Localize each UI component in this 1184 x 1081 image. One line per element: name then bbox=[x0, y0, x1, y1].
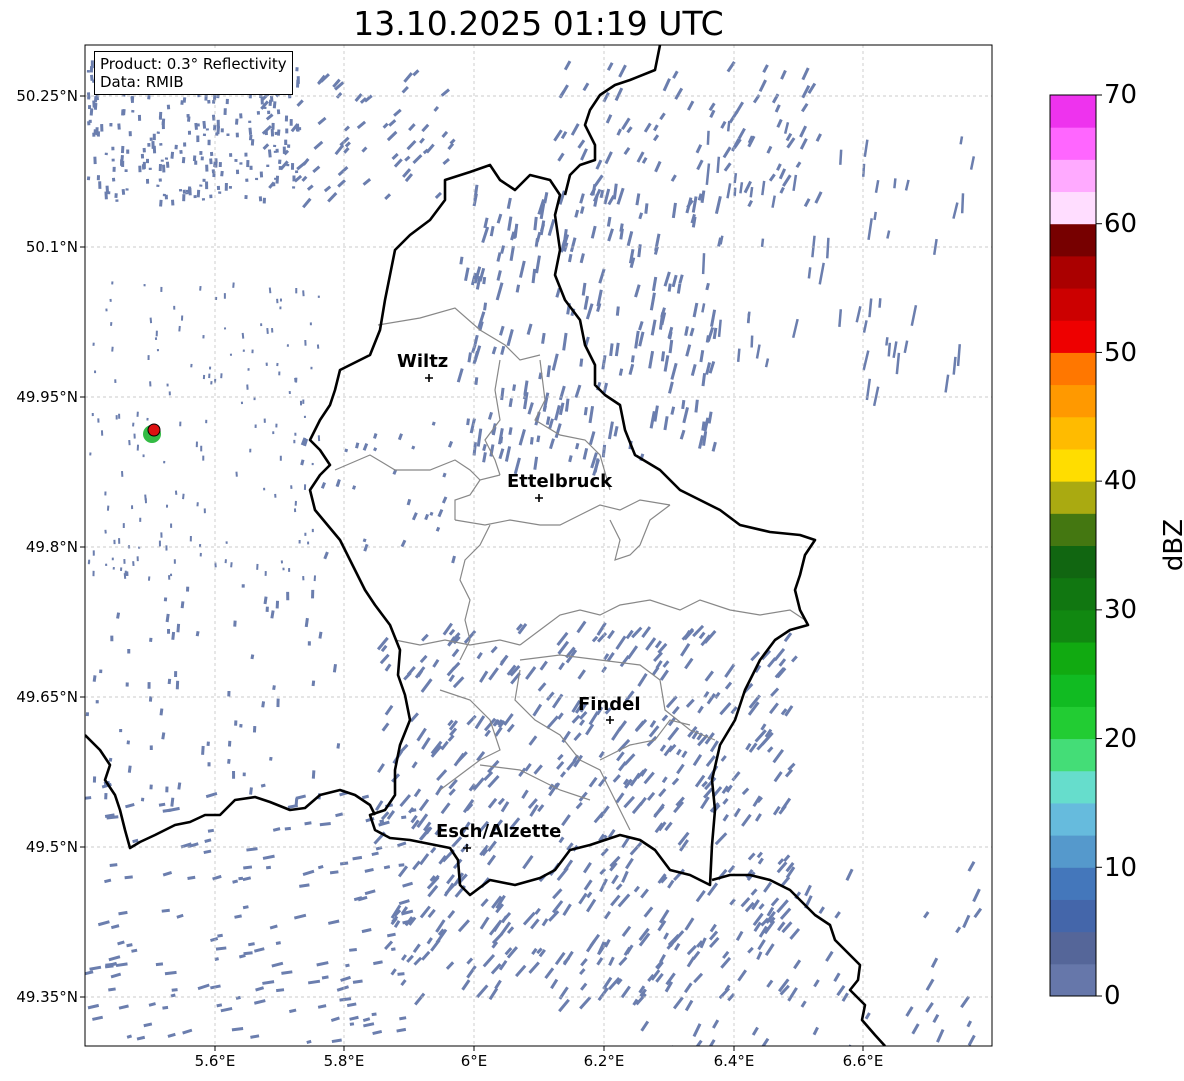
colorbar-tick-label: 20 bbox=[1104, 724, 1138, 754]
colorbar-segment bbox=[1050, 95, 1096, 128]
colorbar-segment bbox=[1050, 770, 1096, 804]
colorbar-tick-label: 30 bbox=[1104, 595, 1138, 625]
lon-tick-label: 6.4°E bbox=[713, 1052, 755, 1070]
colorbar-segment bbox=[1050, 223, 1096, 257]
colorbar-segment bbox=[1050, 513, 1096, 546]
colorbar-tick-label: 70 bbox=[1104, 80, 1138, 110]
national-borders bbox=[85, 45, 886, 1046]
colorbar-segment bbox=[1050, 963, 1096, 997]
info-box: Product: 0.3° Reflectivity Data: RMIB bbox=[94, 51, 293, 95]
colorbar-segment bbox=[1050, 255, 1096, 289]
lon-tick-label: 6.6°E bbox=[842, 1052, 884, 1070]
radar-site-marker bbox=[143, 423, 161, 443]
lat-tick-label: 50.1°N bbox=[25, 238, 78, 256]
colorbar-segment bbox=[1050, 545, 1096, 579]
lon-tick-label: 5.8°E bbox=[323, 1052, 365, 1070]
colorbar-segment bbox=[1050, 738, 1096, 772]
colorbar-segment bbox=[1050, 867, 1096, 900]
lat-tick-label: 49.35°N bbox=[16, 988, 78, 1006]
colorbar-segment bbox=[1050, 674, 1096, 707]
lat-tick-label: 49.65°N bbox=[16, 688, 78, 706]
lat-tick-label: 49.5°N bbox=[25, 838, 78, 856]
lon-tick-label: 5.6°E bbox=[194, 1052, 236, 1070]
reflectivity-echoes bbox=[85, 60, 983, 1046]
colorbar-segment bbox=[1050, 835, 1096, 868]
colorbar-tick-label: 50 bbox=[1104, 338, 1138, 368]
lat-tick-label: 50.25°N bbox=[16, 87, 78, 105]
colorbar-segment bbox=[1050, 416, 1096, 450]
colorbar-segment bbox=[1050, 481, 1096, 514]
axis-ticks bbox=[80, 95, 864, 1051]
canton-boundaries bbox=[334, 307, 806, 831]
city-label-findel: Findel bbox=[578, 694, 641, 715]
colorbar-segment bbox=[1050, 899, 1096, 933]
colorbar-segment bbox=[1050, 448, 1096, 482]
colorbar-label: dBZ bbox=[1159, 518, 1184, 572]
city-label-wiltz: Wiltz bbox=[397, 351, 449, 372]
product-text: Product: 0.3° Reflectivity bbox=[100, 55, 287, 73]
colorbar-tick-label: 60 bbox=[1104, 209, 1138, 239]
colorbar-segment bbox=[1050, 127, 1096, 160]
colorbar-segment bbox=[1050, 706, 1096, 740]
colorbar-segment bbox=[1050, 159, 1096, 193]
lon-tick-label: 6.2°E bbox=[583, 1052, 625, 1070]
city-label-esch-alzette: Esch/Alzette bbox=[436, 821, 562, 842]
colorbar-segment bbox=[1050, 384, 1096, 418]
lat-tick-label: 49.8°N bbox=[25, 538, 78, 556]
gridlines bbox=[85, 45, 992, 1046]
lon-tick-label: 6°E bbox=[460, 1052, 488, 1070]
colorbar-segment bbox=[1050, 288, 1096, 321]
colorbar-segment bbox=[1050, 191, 1096, 225]
colorbar-segment bbox=[1050, 609, 1096, 643]
radar-map bbox=[80, 44, 1102, 1051]
colorbar bbox=[1049, 94, 1102, 997]
map-title: 13.10.2025 01:19 UTC bbox=[353, 4, 724, 43]
colorbar-tick-label: 0 bbox=[1104, 981, 1121, 1011]
lat-tick-label: 49.95°N bbox=[16, 388, 78, 406]
data-source-text: Data: RMIB bbox=[100, 73, 184, 91]
colorbar-segment bbox=[1050, 320, 1096, 353]
colorbar-segment bbox=[1050, 802, 1096, 836]
colorbar-segment bbox=[1050, 577, 1096, 611]
colorbar-segment bbox=[1050, 931, 1096, 965]
colorbar-tick-label: 10 bbox=[1104, 853, 1138, 883]
city-label-ettelbruck: Ettelbruck bbox=[507, 471, 613, 492]
colorbar-tick-label: 40 bbox=[1104, 466, 1138, 496]
colorbar-segment bbox=[1050, 352, 1096, 386]
map-frame bbox=[84, 44, 993, 1047]
colorbar-segment bbox=[1050, 642, 1096, 675]
